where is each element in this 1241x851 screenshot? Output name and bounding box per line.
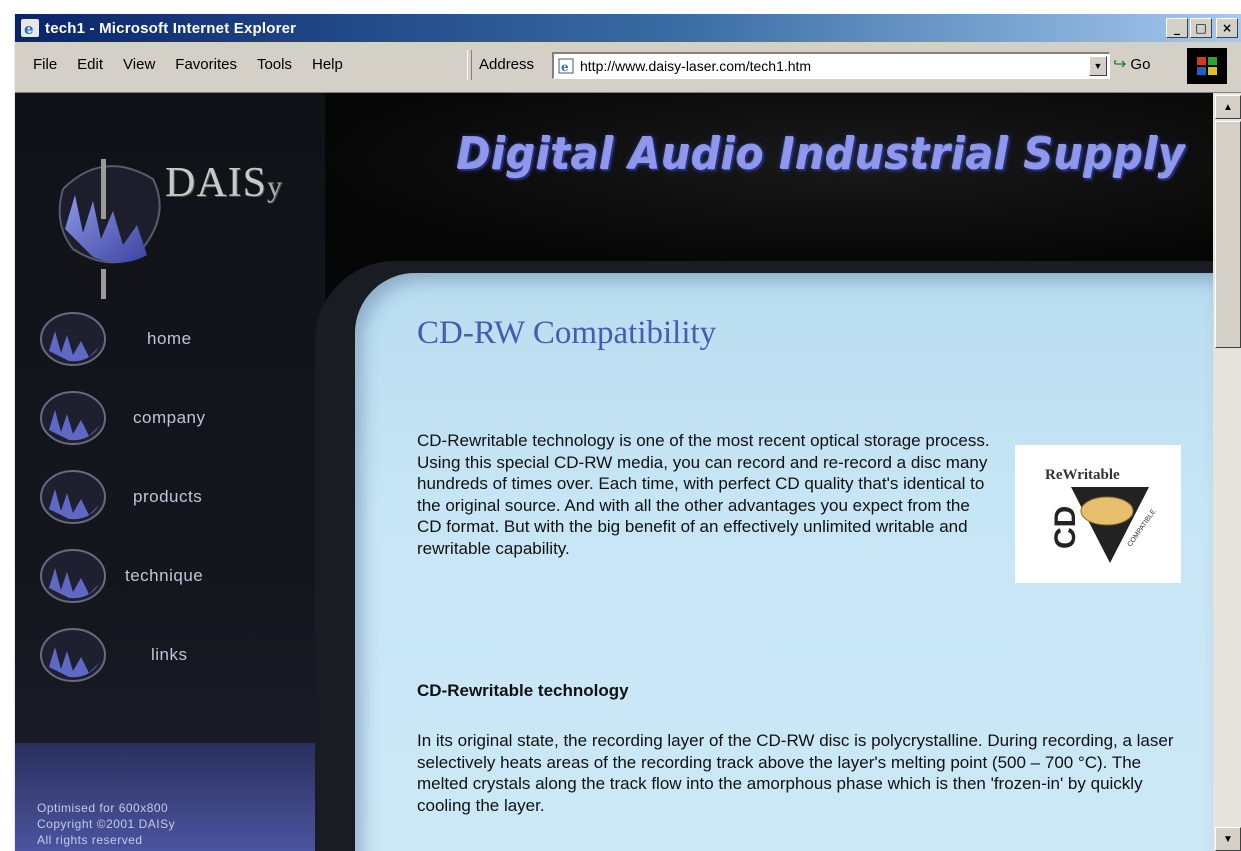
nav-company[interactable]: company — [39, 390, 319, 446]
nav-company-label: company — [133, 408, 206, 427]
nav-home-label: home — [147, 329, 192, 348]
minimize-button[interactable]: _ — [1166, 18, 1188, 38]
logo-text-small: y — [267, 170, 284, 203]
address-url[interactable]: http://www.daisy-laser.com/tech1.htm — [580, 58, 811, 74]
menu-view[interactable]: View — [113, 54, 165, 75]
footer-optimised: Optimised for 600x800 — [37, 801, 169, 815]
scroll-down-button[interactable]: ▼ — [1215, 827, 1241, 851]
page-viewport: DAISy home company products technique li… — [15, 93, 1213, 851]
banner-title: Digital Audio Industrial Supply — [457, 129, 1186, 180]
go-label: Go — [1130, 55, 1151, 73]
address-label: Address — [479, 56, 535, 73]
close-button[interactable]: × — [1216, 18, 1238, 38]
nav-sphere-icon — [40, 312, 106, 366]
menu-bar: File Edit View Favorites Tools Help Addr… — [15, 42, 1241, 93]
intro-paragraph: CD-Rewritable technology is one of the m… — [417, 431, 990, 558]
nav-technique-label: technique — [125, 566, 204, 585]
menu-items: File Edit View Favorites Tools Help — [27, 54, 353, 75]
logo-rewritable-text: ReWritable — [1045, 467, 1120, 483]
nav-products-label: products — [133, 487, 203, 506]
menu-file[interactable]: File — [27, 54, 67, 75]
nav-links-label: links — [151, 645, 188, 664]
toolbar-grip[interactable] — [467, 50, 472, 80]
nav-sphere-icon — [40, 470, 106, 524]
chevron-down-icon: ▼ — [1093, 61, 1103, 71]
menu-tools[interactable]: Tools — [247, 54, 302, 75]
address-dropdown-button[interactable]: ▼ — [1089, 56, 1107, 76]
daisy-wave-icon — [58, 159, 161, 299]
cd-rw-compatible-logo-icon: ReWritable COMPATIBLE CD — [1045, 467, 1158, 563]
nav-sphere-icon — [40, 549, 106, 603]
logo-text-main: DAIS — [165, 160, 268, 206]
nav-sphere-icon — [40, 628, 106, 682]
window-controls: _ □ × — [1166, 18, 1238, 38]
footer-copyright: Copyright ©2001 DAISy — [37, 817, 176, 831]
windows-logo-icon — [1187, 48, 1227, 84]
sidebar-footer: Optimised for 600x800 Copyright ©2001 DA… — [15, 743, 315, 851]
nav-links[interactable]: links — [39, 627, 319, 683]
daisy-logo[interactable]: DAISy — [43, 129, 303, 309]
svg-text:e: e — [561, 60, 569, 74]
svg-text:CD: CD — [1049, 506, 1082, 549]
menu-favorites[interactable]: Favorites — [165, 54, 247, 75]
page-icon: e — [558, 58, 574, 74]
scroll-up-button[interactable]: ▲ — [1215, 95, 1241, 119]
logo-cd-text: CD — [1049, 506, 1082, 549]
nav-sphere-icon — [40, 391, 106, 445]
nav-technique[interactable]: technique — [39, 548, 319, 604]
address-field[interactable]: e http://www.daisy-laser.com/tech1.htm ▼ — [552, 52, 1110, 79]
svg-text:ReWritable: ReWritable — [1045, 467, 1120, 483]
maximize-button[interactable]: □ — [1190, 18, 1212, 38]
go-arrow-icon: ↪ — [1113, 56, 1127, 73]
site-sidebar: DAISy home company products technique li… — [15, 93, 325, 851]
go-button[interactable]: ↪ Go — [1113, 54, 1150, 74]
arrow-down-icon: ▼ — [1223, 833, 1233, 845]
footer-rights: All rights reserved — [37, 833, 143, 847]
title-bar[interactable]: e tech1 - Microsoft Internet Explorer _ … — [15, 14, 1241, 42]
logo-wordmark: DAISy — [165, 159, 283, 207]
page-title: CD-RW Compatibility — [417, 315, 717, 351]
browser-window: e tech1 - Microsoft Internet Explorer _ … — [14, 14, 1241, 851]
section-heading: CD-Rewritable technology — [417, 681, 629, 700]
body-paragraph: In its original state, the recording lay… — [417, 731, 1174, 815]
site-banner: Digital Audio Industrial Supply — [325, 93, 1213, 263]
cd-rewritable-logo: ReWritable COMPATIBLE CD — [1015, 445, 1181, 583]
window-title: tech1 - Microsoft Internet Explorer — [45, 19, 297, 37]
svg-text:e: e — [24, 20, 34, 37]
nav-home[interactable]: home — [39, 311, 319, 367]
menu-help[interactable]: Help — [302, 54, 353, 75]
vertical-scrollbar[interactable]: ▲ ▼ — [1213, 93, 1241, 851]
menu-edit[interactable]: Edit — [67, 54, 113, 75]
arrow-up-icon: ▲ — [1223, 101, 1233, 113]
internet-explorer-icon: e — [21, 19, 39, 37]
windows-flag-icon — [1197, 57, 1217, 75]
nav-products[interactable]: products — [39, 469, 319, 525]
scroll-thumb[interactable] — [1215, 121, 1241, 348]
